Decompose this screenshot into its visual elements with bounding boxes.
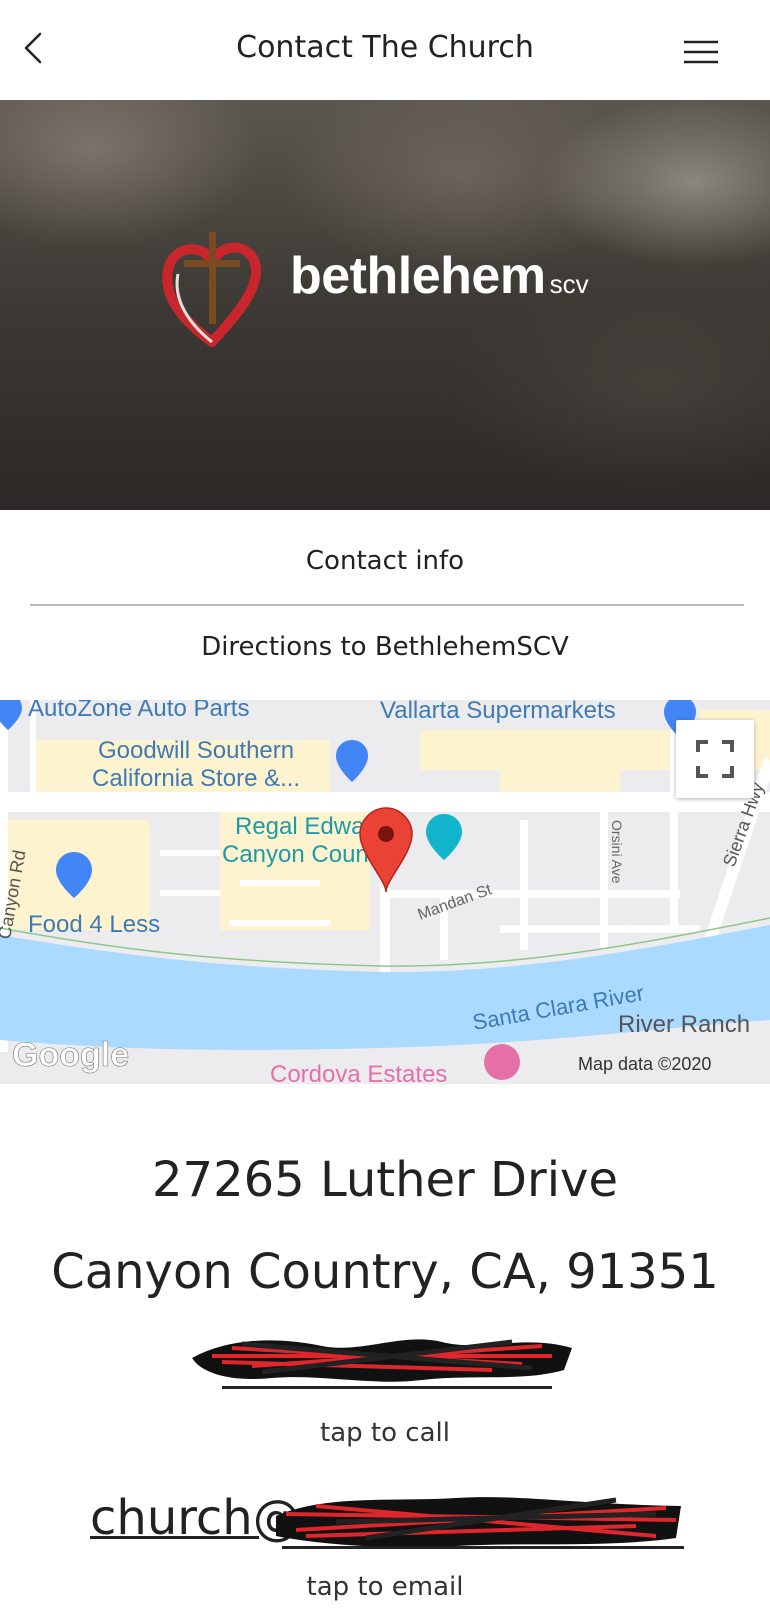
brand-name: bethlehem	[290, 247, 546, 305]
map-canvas: AutoZone Auto Parts Vallarta Supermarket…	[0, 700, 770, 1084]
chevron-left-icon	[24, 32, 42, 64]
tab-directions[interactable]: Directions to BethlehemSCV	[0, 632, 770, 662]
brand-suffix: scv	[549, 269, 589, 299]
email-link[interactable]: church@	[90, 1490, 301, 1546]
map-attribution: Map data ©2020	[578, 1054, 711, 1074]
map-label-goodwill-1: Goodwill Southern	[98, 737, 294, 764]
cordova-icon	[484, 1044, 520, 1080]
map-label-autozone: AutoZone Auto Parts	[28, 700, 249, 722]
map-label-cordova: Cordova Estates	[270, 1061, 447, 1084]
map-label-orsini: Orsini Ave	[609, 820, 625, 884]
email-underline	[282, 1546, 684, 1549]
map-label-food4less: Food 4 Less	[28, 911, 160, 938]
map-label-river-ranch: River Ranch	[618, 1011, 750, 1038]
phone-underline	[222, 1386, 552, 1389]
call-hint: tap to call	[320, 1418, 450, 1448]
map-view[interactable]: AutoZone Auto Parts Vallarta Supermarket…	[0, 700, 770, 1084]
back-button[interactable]	[18, 28, 58, 72]
fullscreen-button[interactable]	[676, 720, 754, 798]
email-hint: tap to email	[306, 1572, 464, 1602]
phone-link[interactable]	[192, 1334, 572, 1384]
tab-divider	[30, 604, 744, 606]
app-header: Contact The Church	[0, 0, 770, 100]
heart-cross-logo	[162, 232, 262, 347]
tab-contact-info[interactable]: Contact info	[0, 546, 770, 576]
map-label-vallarta: Vallarta Supermarkets	[380, 700, 616, 724]
google-logo: Google	[12, 1036, 129, 1074]
email-redaction-scribble	[276, 1497, 681, 1548]
hamburger-menu-icon	[684, 40, 718, 64]
hero-banner: bethlehem scv	[0, 100, 770, 510]
redaction-scribble	[192, 1339, 572, 1382]
page-title: Contact The Church	[236, 30, 534, 65]
fullscreen-icon	[696, 740, 734, 778]
brand-wordmark: bethlehem scv	[290, 246, 589, 306]
menu-button[interactable]	[682, 34, 722, 70]
address-line-2: Canyon Country, CA, 91351	[51, 1244, 719, 1300]
address-line-1: 27265 Luther Drive	[151, 1152, 618, 1208]
email-prefix: church@	[90, 1490, 301, 1546]
map-label-goodwill-2: California Store &...	[92, 765, 300, 792]
